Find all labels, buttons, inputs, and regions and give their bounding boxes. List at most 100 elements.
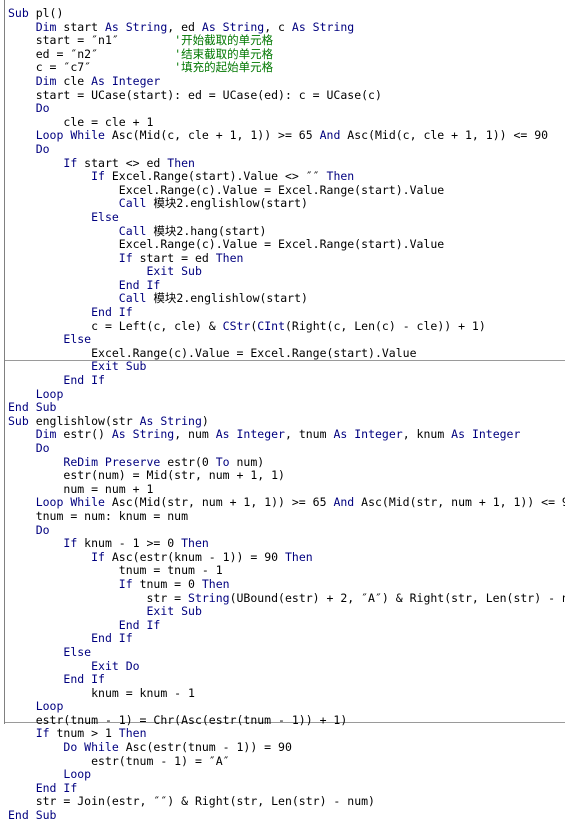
code-line[interactable]: If start <> ed Then — [8, 155, 565, 171]
code-line[interactable]: Exit Do — [8, 659, 565, 674]
code-line[interactable]: ReDim Preserve estr(0 To num) — [8, 455, 565, 470]
code-line[interactable]: Exit Sub — [8, 604, 565, 619]
code-line[interactable]: Exit Sub — [8, 264, 565, 279]
code-text: start <> ed — [84, 155, 168, 170]
code-line[interactable]: Excel.Range(c).Value = Excel.Range(start… — [8, 237, 565, 252]
code-line[interactable]: Else — [8, 332, 565, 347]
code-line[interactable]: Dim estr() As String, num As Integer, tn… — [8, 428, 565, 442]
code-line[interactable]: Do — [8, 523, 565, 538]
code-text: knum = knum - 1 — [91, 685, 195, 700]
code-comment: '开始截取的单元格 — [174, 33, 274, 48]
code-keyword: If — [91, 169, 112, 184]
code-line[interactable]: Else — [8, 210, 565, 225]
code-keyword: Loop — [35, 699, 64, 714]
code-line[interactable]: estr(num) = Mid(str, num + 1, 1) — [8, 468, 565, 483]
code-line[interactable]: If knum - 1 >= 0 Then — [8, 536, 565, 551]
code-line[interactable]: End If — [8, 618, 565, 633]
code-line[interactable]: Loop — [8, 699, 565, 714]
code-line[interactable]: Call 模块2.hang(start) — [8, 224, 565, 239]
code-keyword: Loop While — [35, 495, 112, 510]
code-line[interactable]: If Asc(estr(knum - 1)) = 90 Then — [8, 550, 565, 565]
code-line[interactable]: cle = cle + 1 — [8, 114, 565, 130]
code-line[interactable]: End If — [8, 780, 565, 796]
code-line[interactable]: End If — [8, 632, 565, 646]
code-keyword: As Integer — [215, 427, 285, 442]
code-line[interactable]: Do — [8, 142, 565, 157]
code-text: Asc(Mid(c, cle + 1, 1)) >= 65 — [111, 128, 320, 143]
code-line[interactable]: tnum = tnum - 1 — [8, 564, 565, 578]
code-line[interactable]: Loop — [8, 767, 565, 782]
code-text: start — [63, 19, 105, 34]
code-line[interactable]: str = String(UBound(estr) + 2, ″A″) & Ri… — [8, 590, 565, 606]
code-line[interactable]: End Sub — [8, 400, 565, 415]
code-line[interactable]: If tnum = 0 Then — [8, 576, 565, 592]
code-keyword: Sub — [8, 6, 36, 20]
code-keyword: Dim — [35, 73, 64, 88]
code-line[interactable]: Call 模块2.englishlow(start) — [8, 197, 565, 211]
code-line[interactable]: Call 模块2.englishlow(start) — [8, 292, 565, 306]
code-text: start = ed — [139, 250, 216, 265]
code-line[interactable]: Loop While Asc(Mid(c, cle + 1, 1)) >= 65… — [8, 129, 565, 143]
code-keyword: End If — [35, 780, 78, 795]
code-line[interactable]: If Excel.Range(start).Value <> ″″ Then — [8, 169, 565, 184]
code-line[interactable]: Sub pl() — [8, 6, 565, 21]
code-line[interactable]: End If — [8, 305, 565, 320]
code-line[interactable]: Dim start As String, ed As String, c As … — [8, 19, 565, 35]
code-line[interactable]: Excel.Range(c).Value = Excel.Range(start… — [8, 346, 565, 361]
code-keyword: Then — [326, 169, 355, 184]
code-line[interactable]: str = Join(estr, ″″) & Right(str, Len(st… — [8, 795, 565, 809]
code-line[interactable]: start = UCase(start): ed = UCase(ed): c … — [8, 88, 565, 103]
code-line[interactable]: End Sub — [8, 808, 565, 823]
code-line[interactable]: estr(tnum - 1) = ″A″ — [8, 754, 565, 769]
code-text: 模块2.englishlow(start) — [153, 291, 308, 306]
code-line[interactable]: c = ″c7″ '填充的起始单元格 — [8, 61, 565, 75]
code-line[interactable]: tnum = num: knum = num — [8, 509, 565, 524]
code-line[interactable]: Loop — [8, 387, 565, 402]
code-text: tnum = 0 — [139, 576, 202, 591]
code-line[interactable]: End If — [8, 373, 565, 388]
code-line[interactable]: Excel.Range(c).Value = Excel.Range(start… — [8, 183, 565, 198]
code-line[interactable]: ed = ″n2″ '结束截取的单元格 — [8, 47, 565, 62]
code-keyword: Loop — [63, 767, 92, 782]
code-line[interactable]: c = Left(c, cle) & CStr(CInt(Right(c, Le… — [8, 319, 565, 334]
code-text-area[interactable]: Sub pl() Dim start As String, ed As Stri… — [8, 6, 565, 823]
code-line[interactable]: Do — [8, 101, 565, 116]
code-line[interactable]: Dim cle As Integer — [8, 73, 565, 89]
code-keyword: If — [63, 155, 85, 170]
code-text: str = — [146, 590, 189, 605]
code-line[interactable]: Sub englishlow(str As String) — [8, 414, 565, 429]
code-line[interactable]: If tnum > 1 Then — [8, 727, 565, 741]
code-keyword: As String — [201, 19, 265, 34]
code-text: cle = cle + 1 — [63, 114, 154, 129]
code-line[interactable]: estr(tnum - 1) = Chr(Asc(estr(tnum - 1))… — [8, 713, 565, 728]
code-line[interactable]: Else — [8, 645, 565, 660]
code-line[interactable]: If start = ed Then — [8, 250, 565, 266]
code-line[interactable]: start = ″n1″ '开始截取的单元格 — [8, 33, 565, 48]
vba-code-editor[interactable]: Sub pl() Dim start As String, ed As Stri… — [0, 0, 565, 822]
code-keyword: End If — [118, 277, 161, 292]
code-line[interactable]: knum = knum - 1 — [8, 685, 565, 701]
code-line[interactable]: End If — [8, 277, 565, 293]
code-line[interactable]: Do — [8, 441, 565, 456]
code-line[interactable]: Exit Sub — [8, 360, 565, 374]
code-line[interactable]: num = num + 1 — [8, 482, 565, 497]
code-line[interactable]: Do While Asc(estr(tnum - 1)) = 90 — [8, 740, 565, 755]
code-line[interactable]: Loop While Asc(Mid(str, num + 1, 1)) >= … — [8, 496, 565, 510]
code-text: tnum = tnum - 1 — [118, 563, 223, 578]
code-line[interactable]: End If — [8, 672, 565, 687]
